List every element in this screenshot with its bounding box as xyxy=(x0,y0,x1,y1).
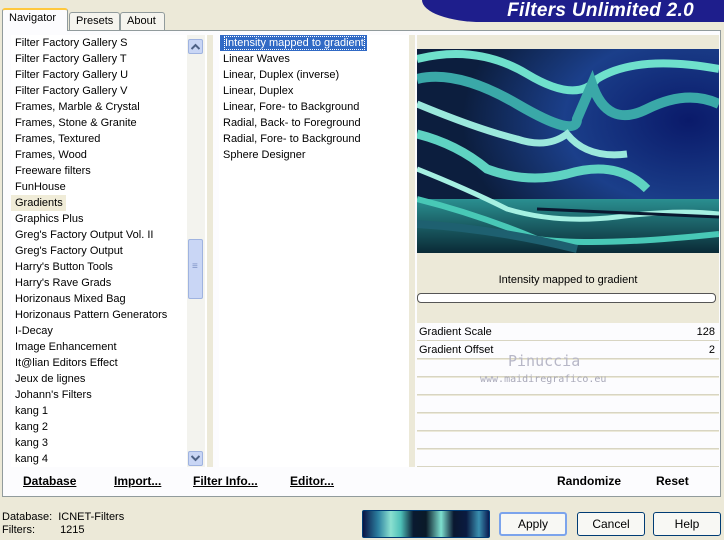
param-slot-empty xyxy=(417,396,719,413)
category-item[interactable]: It@lian Editors Effect xyxy=(11,355,207,371)
filter-item[interactable]: Radial, Back- to Foreground xyxy=(219,115,409,131)
main-panel: Filter Factory Gallery S Filter Factory … xyxy=(2,30,721,497)
category-item[interactable]: Jeux de lignes xyxy=(11,371,207,387)
param-slot-empty xyxy=(417,432,719,449)
category-item[interactable]: Frames, Stone & Granite xyxy=(11,115,207,131)
editor-button[interactable]: Editor... xyxy=(290,470,334,492)
cancel-button[interactable]: Cancel xyxy=(577,512,645,536)
selected-filter-title: Intensity mapped to gradient xyxy=(498,274,638,286)
reset-button[interactable]: Reset xyxy=(656,470,689,492)
status-filters-label: Filters: xyxy=(2,524,35,536)
filter-item[interactable]: Linear, Duplex (inverse) xyxy=(219,67,409,83)
category-item[interactable]: Freeware filters xyxy=(11,163,207,179)
category-item[interactable]: I-Decay xyxy=(11,323,207,339)
tab-presets[interactable]: Presets xyxy=(69,12,120,30)
category-item[interactable]: Filter Factory Gallery U xyxy=(11,67,207,83)
bottom-toolbar: Database Import... Filter Info... Editor… xyxy=(2,470,721,492)
watermark-url: www.maidiregrafico.eu xyxy=(480,374,607,385)
param-label: Gradient Scale xyxy=(419,326,492,338)
filter-item[interactable]: Sphere Designer xyxy=(219,147,409,163)
category-item[interactable]: Frames, Wood xyxy=(11,147,207,163)
app-banner: Filters Unlimited 2.0 xyxy=(422,0,724,22)
filter-info-button[interactable]: Filter Info... xyxy=(193,470,258,492)
scroll-thumb[interactable] xyxy=(188,239,203,299)
status-database: Database: ICNET-Filters xyxy=(2,511,124,523)
filter-item-selected[interactable]: Intensity mapped to gradient xyxy=(220,35,367,51)
category-item[interactable]: Frames, Marble & Crystal xyxy=(11,99,207,115)
help-button[interactable]: Help xyxy=(653,512,721,536)
preview-image xyxy=(417,49,719,253)
param-gradient-scale[interactable]: Gradient Scale 128 xyxy=(417,323,719,341)
category-item[interactable]: Graphics Plus xyxy=(11,211,207,227)
param-slot-empty xyxy=(417,450,719,467)
param-value: 2 xyxy=(708,344,715,356)
param-slot-empty xyxy=(417,414,719,431)
apply-button[interactable]: Apply xyxy=(499,512,567,536)
filter-item[interactable]: Linear, Fore- to Background xyxy=(219,99,409,115)
filter-item[interactable]: Radial, Fore- to Background xyxy=(219,131,409,147)
category-item[interactable]: Harry's Button Tools xyxy=(11,259,207,275)
import-button-label: Import... xyxy=(114,474,162,488)
panel-divider xyxy=(207,35,213,467)
category-item-selected[interactable]: Gradients xyxy=(11,195,66,211)
chevron-up-icon xyxy=(190,43,201,50)
category-scrollbar[interactable] xyxy=(187,35,205,467)
category-item[interactable]: Image Enhancement xyxy=(11,339,207,355)
tab-navigator[interactable]: Navigator xyxy=(2,8,68,31)
status-filters: Filters: 1215 xyxy=(2,524,85,536)
category-item[interactable]: kang 1 xyxy=(11,403,207,419)
category-item[interactable]: kang 4 xyxy=(11,451,207,467)
category-item[interactable]: FunHouse xyxy=(11,179,207,195)
category-item[interactable]: Filter Factory Gallery T xyxy=(11,51,207,67)
watermark-name: Pinuccia xyxy=(508,352,581,370)
panel-divider xyxy=(409,35,415,467)
editor-button-label: Editor... xyxy=(290,474,335,488)
database-button[interactable]: Database xyxy=(23,470,76,492)
chevron-down-icon xyxy=(190,455,201,462)
progress-bar xyxy=(417,293,716,303)
filter-item[interactable]: Linear, Duplex xyxy=(219,83,409,99)
category-item[interactable]: kang 3 xyxy=(11,435,207,451)
category-list[interactable]: Filter Factory Gallery S Filter Factory … xyxy=(11,35,207,467)
category-item[interactable]: Greg's Factory Output xyxy=(11,243,207,259)
app-title: Filters Unlimited 2.0 xyxy=(507,0,694,21)
filter-list[interactable]: Intensity mapped to gradient Linear Wave… xyxy=(219,35,409,467)
category-item[interactable]: Frames, Textured xyxy=(11,131,207,147)
filter-item-label: Intensity mapped to gradient xyxy=(224,36,365,50)
gradient-thumbnail xyxy=(362,510,490,538)
category-item[interactable]: Horizonaus Pattern Generators xyxy=(11,307,207,323)
database-button-label: Database xyxy=(23,474,77,488)
filter-item[interactable]: Linear Waves xyxy=(219,51,409,67)
category-item[interactable]: Filter Factory Gallery S xyxy=(11,35,207,51)
status-database-label: Database: xyxy=(2,511,53,523)
scroll-down-button[interactable] xyxy=(188,451,203,466)
category-item[interactable]: Johann's Filters xyxy=(11,387,207,403)
category-item[interactable]: kang 2 xyxy=(11,419,207,435)
filter-info-button-label: Filter Info... xyxy=(193,474,258,488)
category-item[interactable]: Harry's Rave Grads xyxy=(11,275,207,291)
import-button[interactable]: Import... xyxy=(114,470,161,492)
category-item[interactable]: Horizonaus Mixed Bag xyxy=(11,291,207,307)
param-label: Gradient Offset xyxy=(419,344,494,356)
category-item[interactable]: Greg's Factory Output Vol. II xyxy=(11,227,207,243)
randomize-button[interactable]: Randomize xyxy=(557,470,621,492)
category-item[interactable]: Filter Factory Gallery V xyxy=(11,83,207,99)
tab-about[interactable]: About xyxy=(120,12,165,30)
param-value: 128 xyxy=(696,326,715,338)
status-database-value: ICNET-Filters xyxy=(58,511,125,523)
status-filters-value: 1215 xyxy=(60,524,85,536)
scroll-up-button[interactable] xyxy=(188,39,203,54)
